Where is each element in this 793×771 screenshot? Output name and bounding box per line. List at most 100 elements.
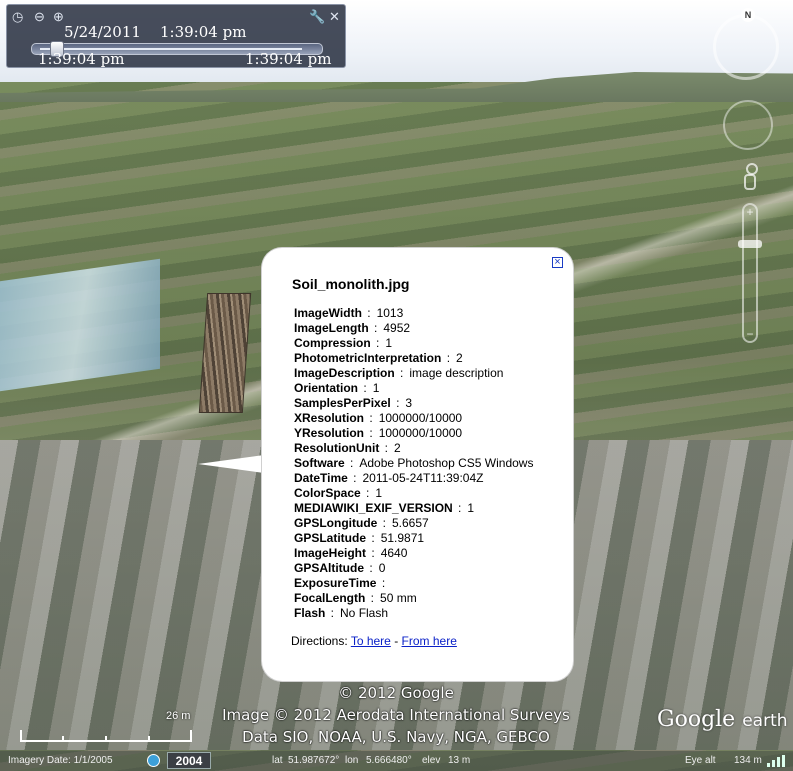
placemark-balloon: × Soil_monolith.jpg ImageWidth :1013 Imag… [262,248,573,681]
soil-monolith-overlay[interactable] [198,293,252,413]
elevation-label: elev [422,755,441,766]
zoom-out-time-icon[interactable]: ⊖ [34,10,45,24]
exif-property-row: MEDIAWIKI_EXIF_VERSION :1 [294,501,475,515]
exif-property-value: image description [409,366,504,380]
exif-property-value: 2011-05-24T11:39:04Z [362,471,484,485]
exif-property-key: GPSLongitude [294,516,378,530]
directions-from-here-link[interactable]: From here [402,634,457,648]
time-slider-panel: ◷ ⊖ ⊕ 🔧 ✕ 5/24/2011 1:39:04 pm 1:39:04 p… [6,4,346,68]
exif-property-row: ImageDescription : image description [294,366,504,380]
exif-property-key: ImageHeight [294,546,367,560]
exif-property-row: Orientation :1 [294,381,380,395]
exif-property-key: XResolution [294,411,365,425]
exif-property-value: 2 [394,441,401,455]
zoom-slider[interactable] [742,203,758,343]
exif-property-key: ImageLength [294,321,369,335]
exif-property-key: YResolution [294,426,365,440]
exif-property-row: ColorSpace :1 [294,486,383,500]
directions-label: Directions: [291,634,348,648]
exif-property-key: ImageDescription [294,366,395,380]
exif-property-row: GPSAltitude :0 [294,561,386,575]
exif-property-row: SamplesPerPixel :3 [294,396,413,410]
exif-property-value: 1 [372,381,380,395]
exif-property-key: Software [294,456,345,470]
time-slider-datetime: 5/24/2011 1:39:04 pm [64,23,246,41]
copyright-attribution: © 2012 Google Image © 2012 Aerodata Inte… [196,682,596,748]
historical-imagery-clock-icon[interactable] [147,754,160,767]
exif-property-value: 51.9871 [380,531,425,545]
exif-property-row: GPSLongitude :5.6657 [294,516,429,530]
elevation-value: 13 m [448,755,471,766]
exif-property-key: SamplesPerPixel [294,396,391,410]
scale-legend: 26 m [20,710,200,748]
exif-property-row: Flash : No Flash [294,606,389,620]
exif-property-row: ImageLength :4952 [294,321,411,335]
exif-property-key: GPSLatitude [294,531,367,545]
latitude-label: lat [272,755,283,766]
zoom-in-time-icon[interactable]: ⊕ [53,10,64,24]
scale-label: 26 m [166,710,191,722]
exif-property-key: ColorSpace [294,486,361,500]
exif-property-value: 4640 [380,546,408,560]
close-icon[interactable]: ✕ [329,10,340,24]
exif-property-row: PhotometricInterpretation :2 [294,351,463,365]
balloon-pointer [198,455,264,473]
eye-altitude-label: Eye alt [685,755,716,766]
google-earth-logo: Google earth [657,707,788,732]
navigation-controls: N + − [711,8,787,348]
copyright-line-1: © 2012 Google [338,684,454,702]
exif-property-row: GPSLatitude :51.9871 [294,531,425,545]
exif-property-key: ImageWidth [294,306,362,320]
zoom-out-icon[interactable]: − [744,328,756,340]
exif-property-value: 5.6657 [392,516,429,530]
zoom-in-icon[interactable]: + [744,206,756,218]
look-joystick[interactable] [723,100,773,150]
exif-property-key: PhotometricInterpretation [294,351,442,365]
exif-property-row: ResolutionUnit :2 [294,441,401,455]
exif-property-row: YResolution :1000000/10000 [294,426,463,440]
exif-property-value: 2 [456,351,463,365]
exif-property-key: FocalLength [294,591,366,605]
status-bar: Imagery Date: 1/1/2005 2004 lat 51.98767… [0,751,793,771]
historical-imagery-year[interactable]: 2004 [167,752,211,769]
directions-to-here-link[interactable]: To here [351,634,391,648]
exif-property-row: ImageHeight :4640 [294,546,408,560]
exif-property-key: GPSAltitude [294,561,365,575]
directions-row: Directions: To here - From here [291,634,457,648]
time-slider-time: 1:39:04 pm [160,23,247,41]
time-slider-date: 5/24/2011 [64,23,141,41]
exif-property-key: MEDIAWIKI_EXIF_VERSION [294,501,453,515]
exif-property-row: ExposureTime : [294,576,386,590]
clock-icon[interactable]: ◷ [12,10,23,24]
wrench-icon[interactable]: 🔧 [309,10,325,24]
copyright-line-3: Data SIO, NOAA, U.S. Navy, NGA, GEBCO [242,728,550,746]
north-indicator[interactable]: N [741,8,755,22]
exif-property-list: ImageWidth :1013 ImageLength :4952 Compres… [294,306,533,621]
exif-property-key: Orientation [294,381,359,395]
exif-property-row: XResolution :1000000/10000 [294,411,463,425]
exif-property-value: 4952 [383,321,411,335]
exif-property-key: ExposureTime [294,576,377,590]
exif-property-value: 1 [375,486,383,500]
street-view-person-icon[interactable] [744,163,758,191]
balloon-close-icon[interactable]: × [552,257,563,268]
copyright-line-2: Image © 2012 Aerodata International Surv… [222,706,570,724]
exif-property-value: 0 [378,561,386,575]
exif-property-value: 1 [385,336,393,350]
zoom-slider-knob[interactable] [738,240,762,248]
eye-altitude-value: 134 m [734,755,762,766]
compass-ring[interactable] [713,14,779,80]
logo-google: Google [657,707,736,732]
greenhouse-roofs [0,258,160,392]
streaming-indicator-icon [767,755,787,767]
balloon-title: Soil_monolith.jpg [292,276,410,292]
imagery-date: Imagery Date: 1/1/2005 [8,755,113,766]
exif-property-row: DateTime :2011-05-24T11:39:04Z [294,471,484,485]
longitude-label: lon [345,755,359,766]
exif-property-key: Compression [294,336,371,350]
exif-property-value: No Flash [340,606,389,620]
exif-property-value: 1 [467,501,475,515]
logo-earth: earth [742,711,788,731]
exif-property-value: Adobe Photoshop CS5 Windows [359,456,534,470]
exif-property-value: 50 mm [380,591,417,605]
